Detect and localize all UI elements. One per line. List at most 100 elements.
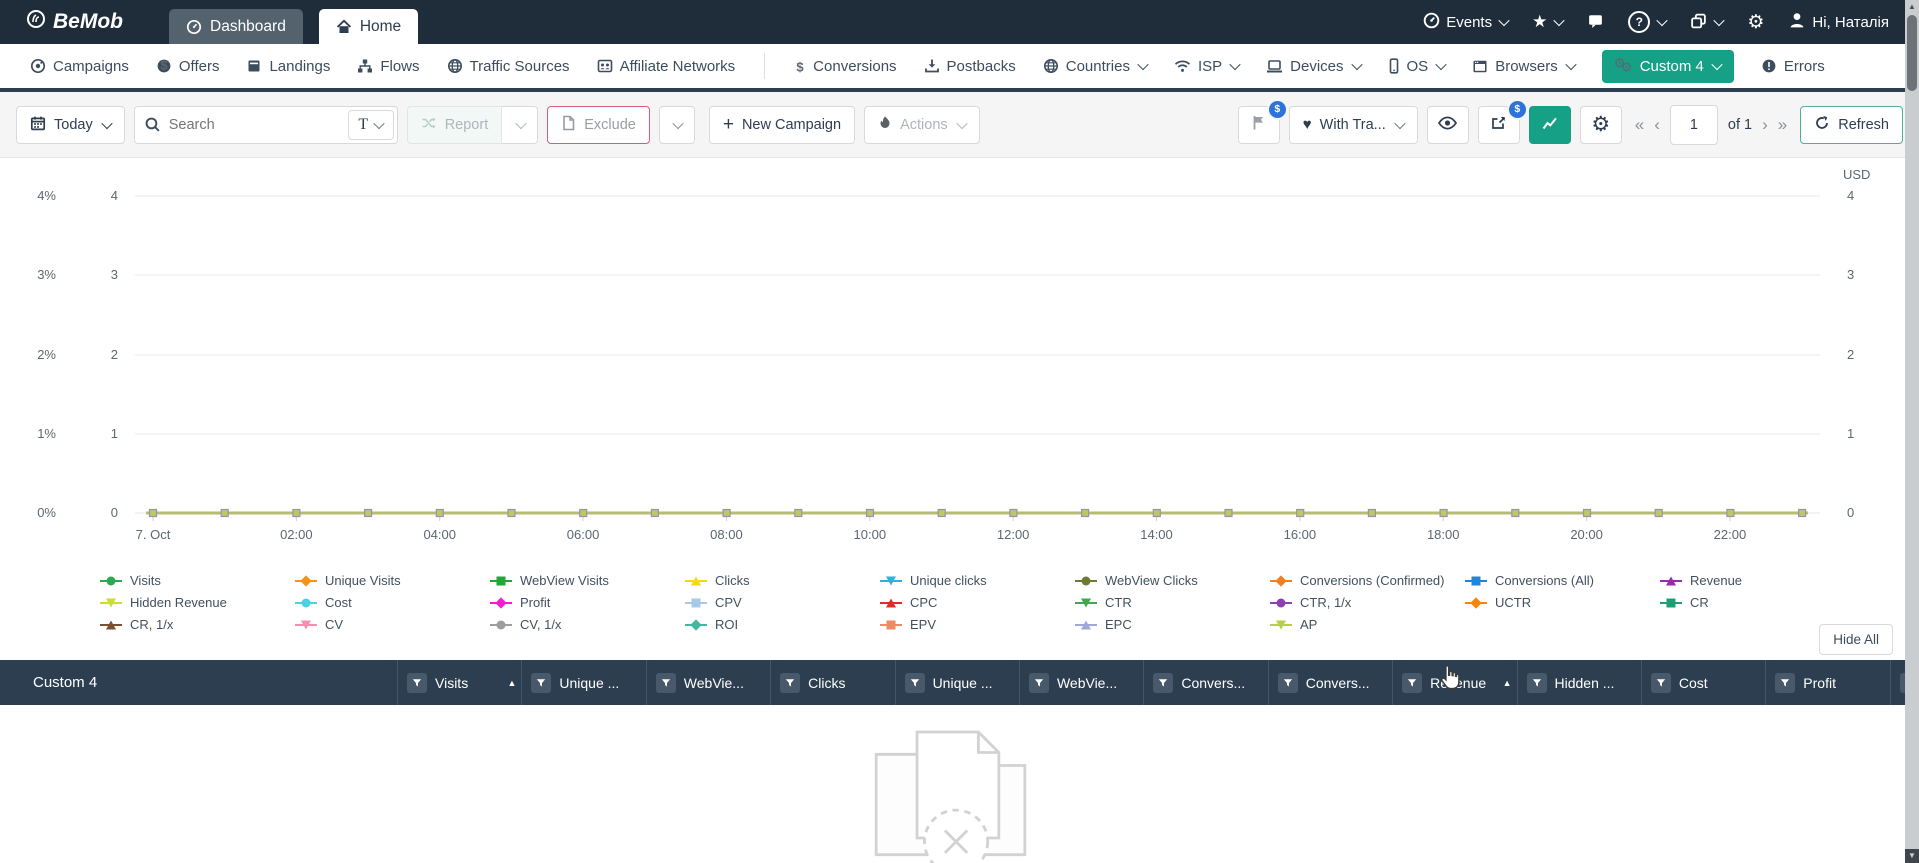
- legend-item-hidden-revenue[interactable]: Hidden Revenue: [100, 592, 295, 613]
- nav-item-custom-4[interactable]: ⚙ ⚙ Custom 4: [1601, 49, 1734, 83]
- events-menu[interactable]: Events: [1423, 12, 1510, 33]
- filter-icon[interactable]: [904, 672, 925, 693]
- legend-item-profit[interactable]: Profit: [490, 592, 685, 613]
- exclude-dropdown-button[interactable]: [658, 105, 695, 144]
- legend-item-conversions-all[interactable]: Conversions (All): [1465, 570, 1660, 591]
- filter-icon[interactable]: [1277, 672, 1298, 693]
- legend-item-clicks[interactable]: Clicks: [685, 570, 880, 591]
- legend-item-cpc[interactable]: CPC: [880, 592, 1075, 613]
- nav-item-countries[interactable]: Countries: [1043, 58, 1149, 75]
- nav-item-browsers[interactable]: Browsers: [1472, 58, 1577, 75]
- report-dropdown-button[interactable]: [502, 105, 539, 144]
- nav-item-landings[interactable]: Landings: [246, 58, 330, 75]
- column-header-webvie[interactable]: WebVie...: [647, 660, 772, 705]
- share-button[interactable]: $: [1477, 98, 1528, 144]
- vertical-scrollbar[interactable]: ▲ ▼: [1905, 0, 1919, 863]
- next-page-button[interactable]: ›: [1762, 115, 1768, 135]
- bemob-logo[interactable]: BeMob: [26, 9, 123, 35]
- new-campaign-button[interactable]: + New Campaign: [708, 105, 856, 144]
- legend-item-unique-visits[interactable]: Unique Visits: [295, 570, 490, 591]
- column-header-profit[interactable]: Profit: [1766, 660, 1891, 705]
- first-page-button[interactable]: «: [1635, 115, 1644, 135]
- legend-item-unique-clicks[interactable]: Unique clicks: [880, 570, 1075, 591]
- legend-item-visits[interactable]: Visits: [100, 570, 295, 591]
- legend-item-cv-1-x[interactable]: CV, 1/x: [490, 614, 685, 635]
- legend-item-webview-clicks[interactable]: WebView Clicks: [1075, 570, 1270, 591]
- filter-icon[interactable]: [531, 672, 552, 693]
- legend-item-webview-visits[interactable]: WebView Visits: [490, 570, 685, 591]
- legend-item-conversions-confirmed[interactable]: Conversions (Confirmed): [1270, 570, 1465, 591]
- exclude-button[interactable]: Exclude: [547, 105, 650, 144]
- date-range-button[interactable]: Today: [16, 105, 125, 144]
- column-header-cost[interactable]: Cost: [1642, 660, 1767, 705]
- nav-item-errors[interactable]: Errors: [1761, 58, 1825, 75]
- nav-item-traffic-sources[interactable]: Traffic Sources: [447, 58, 570, 75]
- scrollbar-thumb[interactable]: [1907, 15, 1917, 91]
- column-header-convers[interactable]: Convers...: [1269, 660, 1394, 705]
- nav-item-offers[interactable]: $ Offers: [156, 58, 219, 75]
- tab-dashboard[interactable]: Dashboard: [169, 9, 303, 44]
- column-header-webvie[interactable]: WebVie...: [1020, 660, 1145, 705]
- hide-all-button[interactable]: Hide All: [1819, 624, 1893, 655]
- column-header-unique[interactable]: Unique ...: [896, 660, 1020, 705]
- filter-icon[interactable]: [1028, 672, 1049, 693]
- legend-item-uctr[interactable]: UCTR: [1465, 592, 1660, 613]
- scroll-up-arrow-icon[interactable]: ▲: [1905, 2, 1919, 11]
- legend-item-ctr[interactable]: CTR: [1075, 592, 1270, 613]
- user-menu[interactable]: Hi, Наталія: [1788, 11, 1889, 33]
- legend-item-cv[interactable]: CV: [295, 614, 490, 635]
- nav-item-os[interactable]: OS: [1388, 58, 1447, 75]
- filter-icon[interactable]: [1153, 672, 1174, 693]
- chart-toggle-button[interactable]: [1528, 105, 1571, 144]
- column-header-hidden[interactable]: Hidden ...: [1518, 660, 1642, 705]
- filter-icon[interactable]: [407, 672, 427, 693]
- actions-button[interactable]: Actions: [864, 105, 980, 144]
- nav-item-campaigns[interactable]: Campaigns: [30, 58, 129, 75]
- page-input[interactable]: [1669, 104, 1718, 145]
- report-button[interactable]: Report: [406, 105, 503, 144]
- filter-icon[interactable]: [1526, 672, 1547, 693]
- refresh-button[interactable]: Refresh: [1800, 105, 1903, 144]
- prev-page-button[interactable]: ‹: [1654, 115, 1660, 135]
- filter-icon[interactable]: [780, 672, 801, 693]
- legend-item-epc[interactable]: EPC: [1075, 614, 1270, 635]
- legend-item-cost[interactable]: Cost: [295, 592, 490, 613]
- nav-item-postbacks[interactable]: Postbacks: [924, 58, 1016, 75]
- legend-item-ctr-1-x[interactable]: CTR, 1/x: [1270, 592, 1465, 613]
- filter-icon[interactable]: [1775, 672, 1796, 693]
- legend-item-cr-1-x[interactable]: CR, 1/x: [100, 614, 295, 635]
- visibility-button[interactable]: [1426, 105, 1469, 144]
- legend-item-cpv[interactable]: CPV: [685, 592, 880, 613]
- nav-item-conversions[interactable]: $ Conversions: [794, 58, 897, 75]
- resources-menu[interactable]: [1690, 12, 1726, 33]
- legend-item-cr[interactable]: CR: [1660, 592, 1855, 613]
- tab-home[interactable]: Home: [318, 9, 419, 44]
- scroll-down-arrow-icon[interactable]: ▼: [1905, 849, 1919, 863]
- columns-settings-button[interactable]: ⚙: [1579, 105, 1622, 144]
- filter-icon[interactable]: [655, 672, 676, 693]
- search-type-dropdown[interactable]: T: [347, 109, 394, 140]
- column-header-convers[interactable]: Convers...: [1144, 660, 1269, 705]
- nav-item-isp[interactable]: ISP: [1174, 58, 1241, 75]
- filter-icon[interactable]: [1650, 672, 1671, 693]
- nav-item-flows[interactable]: Flows: [357, 58, 420, 75]
- legend-item-revenue[interactable]: Revenue: [1660, 570, 1855, 591]
- legend-item-ap[interactable]: AP: [1270, 614, 1465, 635]
- column-header-unique[interactable]: Unique ...: [522, 660, 647, 705]
- nav-item-devices[interactable]: Devices: [1266, 58, 1363, 75]
- filter-icon[interactable]: [1402, 672, 1423, 693]
- traffic-filter-dropdown[interactable]: ♥ With Tra...: [1288, 105, 1418, 144]
- settings-menu[interactable]: ⚙: [1747, 13, 1764, 32]
- favorites-menu[interactable]: ★: [1532, 12, 1566, 32]
- nav-item-affiliate-networks[interactable]: Affiliate Networks: [597, 58, 735, 75]
- help-menu[interactable]: ?: [1628, 11, 1669, 33]
- column-header-visits[interactable]: Visits ▲: [398, 660, 523, 705]
- group-column-header[interactable]: Custom 4: [0, 660, 398, 705]
- flag-filter-button[interactable]: $: [1237, 98, 1288, 144]
- chat-button[interactable]: [1587, 12, 1604, 33]
- column-header-clicks[interactable]: Clicks: [771, 660, 896, 705]
- column-header-revenue[interactable]: Revenue ▲: [1393, 660, 1518, 705]
- last-page-button[interactable]: »: [1778, 115, 1787, 135]
- legend-item-epv[interactable]: EPV: [880, 614, 1075, 635]
- legend-item-roi[interactable]: ROI: [685, 614, 880, 635]
